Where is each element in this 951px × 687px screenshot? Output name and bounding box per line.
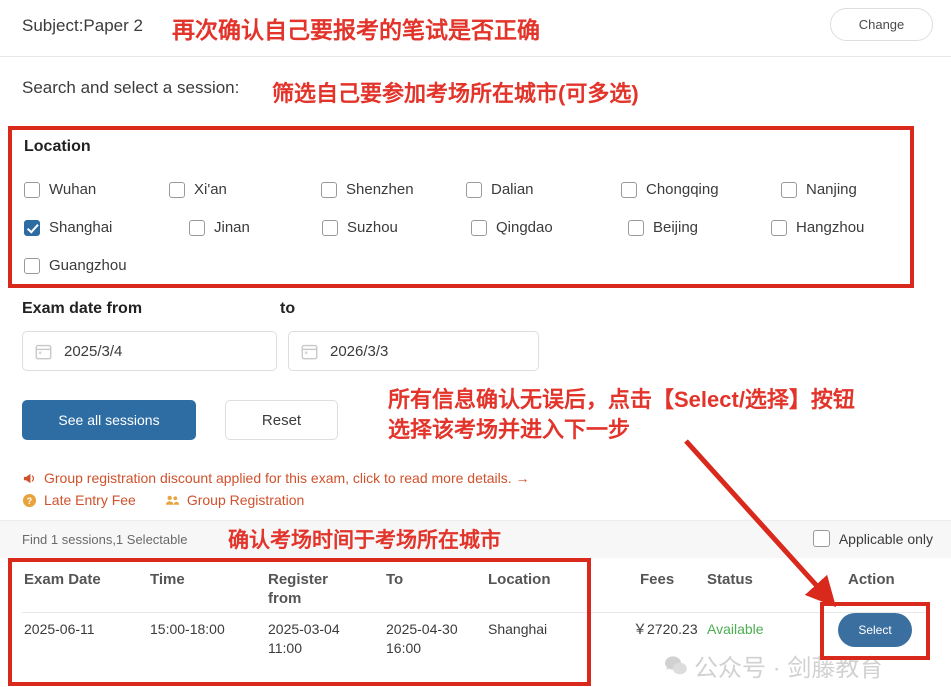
calendar-icon: [35, 344, 52, 359]
location-checkbox-shenzhen[interactable]: Shenzhen: [321, 181, 414, 198]
exam-date-from-label: Exam date from: [22, 300, 143, 317]
cell-register-from: 2025-03-04 11:00: [268, 621, 340, 656]
checkbox-label: Jinan: [214, 219, 250, 236]
annotation-select-line1: 所有信息确认无误后，点击【Select/选择】按钮: [388, 387, 855, 412]
group-registration-legend: Group Registration: [165, 492, 305, 508]
checkbox-label: Suzhou: [347, 219, 398, 236]
fee-legend: ? Late Entry Fee Group Registration: [22, 492, 304, 508]
cell-location: Shanghai: [488, 621, 548, 637]
col-header-to: To: [386, 571, 404, 588]
applicable-only-box[interactable]: [812, 530, 830, 547]
find-sessions-text: Find 1 sessions,1 Selectable: [22, 532, 188, 547]
location-checkbox-hangzhou[interactable]: Hangzhou: [771, 219, 864, 236]
location-checkbox-suzhou[interactable]: Suzhou: [322, 219, 398, 236]
checkbox-box[interactable]: [321, 181, 337, 198]
results-bar: Find 1 sessions,1 Selectable Applicable …: [0, 520, 951, 558]
exam-date-from-value: 2025/3/4: [64, 342, 123, 360]
location-checkbox-jinan[interactable]: Jinan: [189, 219, 250, 236]
late-entry-fee-label: Late Entry Fee: [44, 492, 136, 508]
exam-date-to-label: to: [280, 300, 296, 317]
checkbox-label: Guangzhou: [49, 257, 127, 274]
exam-date-to-value: 2026/3/3: [330, 342, 389, 360]
change-button[interactable]: Change: [830, 8, 933, 41]
annotation-select-line2: 选择该考场并进入下一步: [388, 417, 631, 442]
col-header-location: Location: [488, 571, 551, 588]
col-header-action: Action: [848, 571, 895, 588]
people-icon: [165, 495, 179, 505]
checkbox-box[interactable]: [24, 219, 40, 236]
location-checkbox-qingdao[interactable]: Qingdao: [471, 219, 553, 236]
checkbox-label: Shenzhen: [346, 181, 414, 198]
checkbox-box[interactable]: [189, 219, 205, 236]
col-header-register-from: Register from: [268, 571, 329, 607]
location-checkbox-xian[interactable]: Xi'an: [169, 181, 227, 198]
applicable-only-checkbox[interactable]: Applicable only: [812, 530, 933, 547]
location-panel: Location Wuhan Xi'an Shenzhen Dalian Chongqi…: [10, 128, 913, 287]
checkbox-box[interactable]: [771, 219, 787, 236]
page-root: Subject:Paper 2 Change Search and select…: [0, 0, 951, 687]
checkbox-label: Nanjing: [806, 181, 857, 198]
cell-time: 15:00-18:00: [150, 621, 225, 637]
checkbox-box[interactable]: [621, 181, 637, 198]
location-checkbox-nanjing[interactable]: Nanjing: [781, 181, 857, 198]
applicable-only-label: Applicable only: [838, 530, 933, 547]
location-checkbox-wuhan[interactable]: Wuhan: [24, 181, 96, 198]
reset-button[interactable]: Reset: [225, 400, 338, 440]
select-session-button[interactable]: Select: [838, 613, 912, 647]
checkbox-label: Xi'an: [194, 181, 227, 198]
location-title: Location: [24, 138, 91, 155]
exam-date-to-input[interactable]: 2026/3/3: [288, 331, 539, 371]
location-checkbox-chongqing[interactable]: Chongqing: [621, 181, 719, 198]
annotation-select: 所有信息确认无误后，点击【Select/选择】按钮 选择该考场并进入下一步: [388, 385, 855, 445]
col-header-time: Time: [150, 571, 185, 588]
group-discount-notice[interactable]: Group registration discount applied for …: [22, 470, 530, 486]
checkbox-box[interactable]: [628, 219, 644, 236]
checkbox-label: Beijing: [653, 219, 699, 236]
annotation-location: 筛选自己要参加考场所在城市(可多选): [272, 81, 639, 106]
location-checkbox-shanghai[interactable]: Shanghai: [24, 219, 112, 236]
checkbox-box[interactable]: [471, 219, 487, 236]
group-discount-text: Group registration discount applied for …: [44, 470, 530, 486]
location-checkbox-dalian[interactable]: Dalian: [466, 181, 534, 198]
sessions-table: Exam Date Time Register from To Location…: [0, 558, 951, 687]
col-header-fees: Fees: [640, 571, 675, 588]
location-checkbox-beijing[interactable]: Beijing: [628, 219, 698, 236]
page-header: Subject:Paper 2 Change: [0, 0, 951, 57]
calendar-icon: [301, 344, 318, 359]
cell-exam-date: 2025-06-11: [24, 621, 95, 637]
checkbox-label: Shanghai: [49, 219, 113, 236]
checkbox-box[interactable]: [466, 181, 482, 198]
checkbox-label: Qingdao: [496, 219, 553, 236]
see-all-sessions-button[interactable]: See all sessions: [22, 400, 196, 440]
group-registration-label: Group Registration: [186, 492, 305, 508]
col-header-exam-date: Exam Date: [24, 571, 101, 588]
checkbox-box[interactable]: [781, 181, 797, 198]
svg-text:?: ?: [27, 495, 32, 505]
table-header-divider: [22, 612, 930, 613]
cell-to: 2025-04-30 16:00: [386, 621, 458, 656]
checkbox-label: Hangzhou: [796, 219, 865, 236]
location-checkbox-guangzhou[interactable]: Guangzhou: [24, 257, 127, 274]
question-circle-icon: ?: [22, 493, 37, 507]
exam-date-from-input[interactable]: 2025/3/4: [22, 331, 277, 371]
subject-label: Subject:Paper 2: [22, 16, 143, 35]
checkbox-box[interactable]: [169, 181, 185, 198]
checkbox-label: Dalian: [491, 181, 534, 198]
checkbox-box[interactable]: [24, 181, 40, 198]
megaphone-icon: [23, 473, 35, 483]
col-header-status: Status: [707, 571, 753, 588]
checkbox-box[interactable]: [322, 219, 338, 236]
checkbox-label: Chongqing: [646, 181, 719, 198]
checkbox-box[interactable]: [24, 257, 40, 274]
checkbox-label: Wuhan: [49, 181, 97, 198]
search-prompt: Search and select a session:: [22, 78, 240, 97]
cell-status: Available: [707, 621, 764, 637]
